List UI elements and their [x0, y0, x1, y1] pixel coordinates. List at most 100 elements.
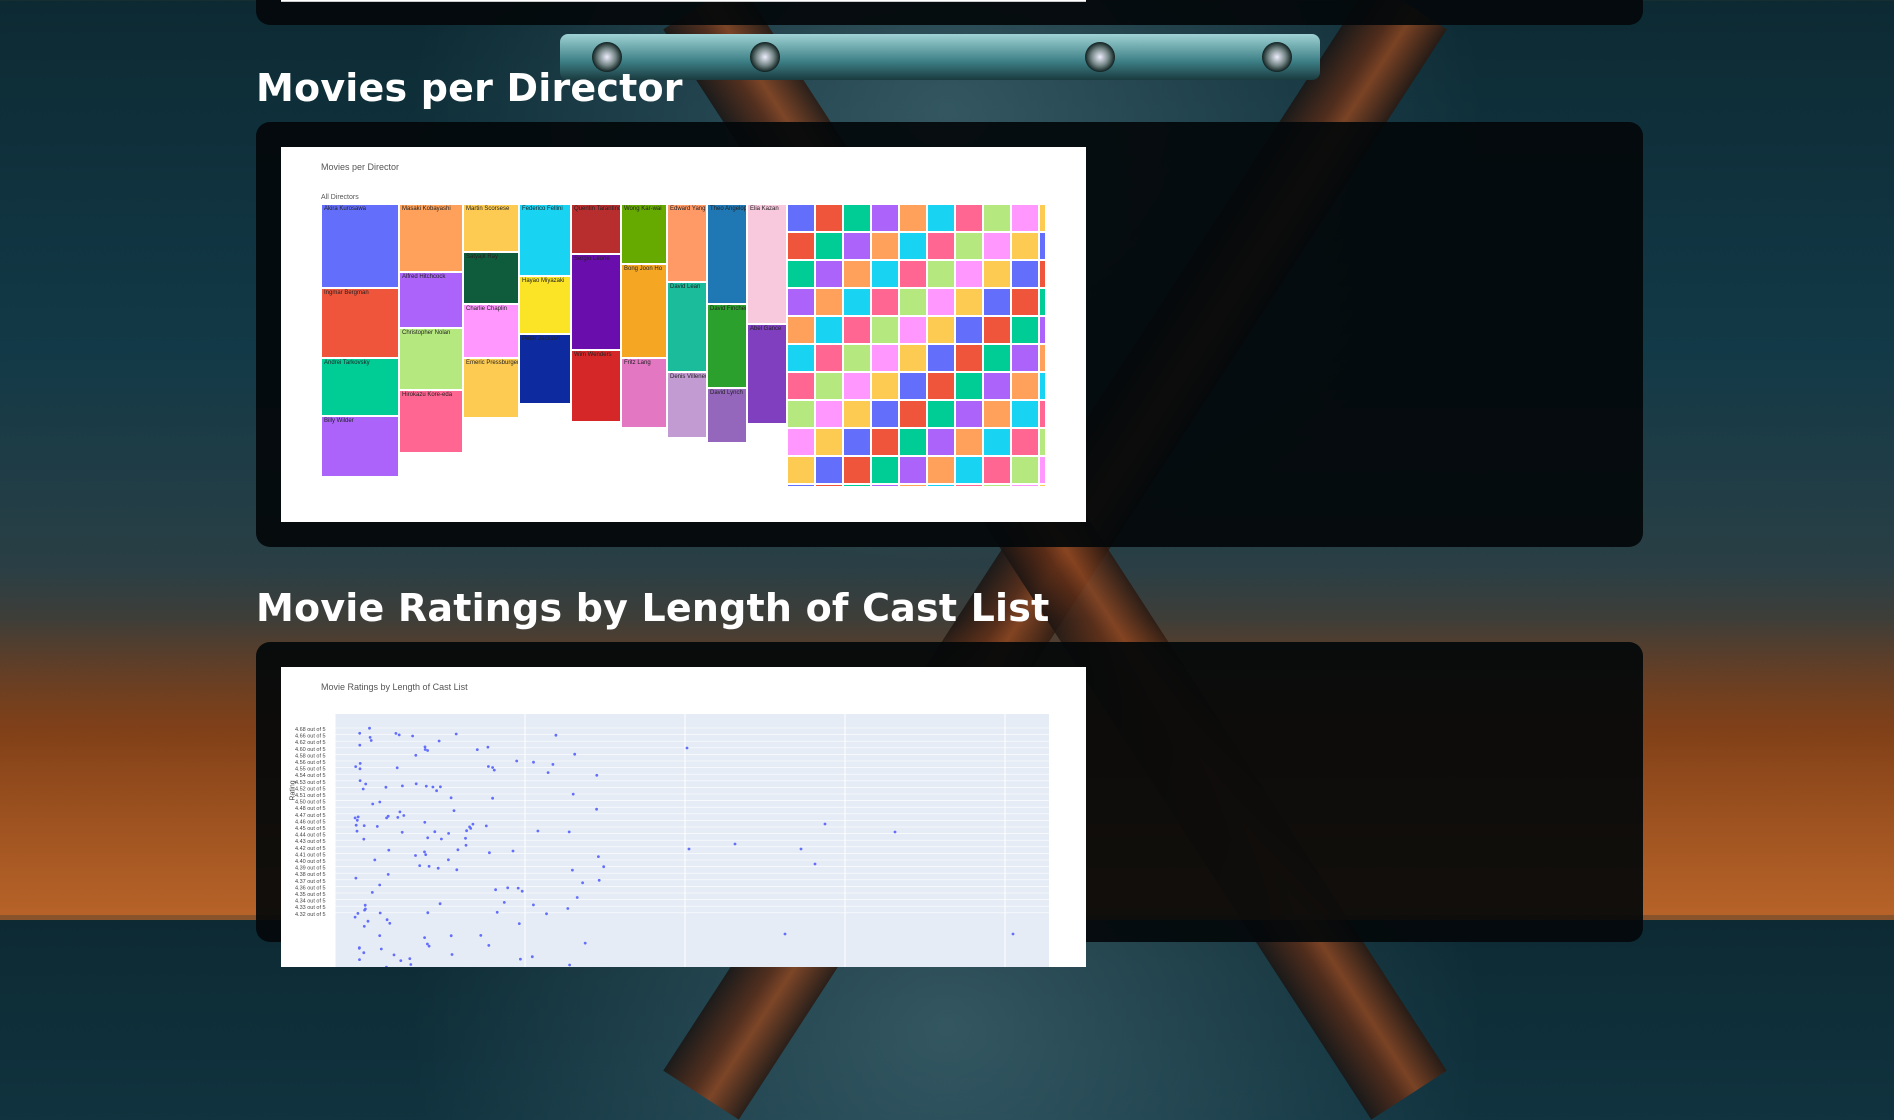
treemap-tile: Akira Kurosawa — [321, 204, 399, 288]
scatter-point — [488, 851, 491, 855]
treemap-tile — [927, 400, 955, 428]
treemap-tile: Denis Villeneuve — [667, 372, 707, 438]
treemap-tile — [787, 456, 815, 484]
scatter-y-tick: 4.48 out of 5 — [295, 806, 326, 812]
treemap-tile — [927, 484, 955, 487]
treemap-tile-label: Peter Jackson — [522, 336, 561, 342]
treemap-tile — [899, 204, 927, 232]
treemap-tile — [843, 260, 871, 288]
scatter-point — [356, 912, 360, 915]
treemap-tile: Emeric Pressburger — [463, 358, 519, 418]
scatter-point — [813, 862, 817, 866]
treemap-tile — [815, 204, 843, 232]
treemap-tile — [1039, 484, 1046, 487]
scatter-point — [575, 896, 579, 899]
treemap-tile — [787, 260, 815, 288]
treemap-tile-label: David Fincher — [710, 306, 747, 312]
treemap-tile — [983, 456, 1011, 484]
scatter-point — [368, 736, 372, 739]
treemap-tile: Charlie Chaplin — [463, 304, 519, 358]
treemap-tile — [899, 344, 927, 372]
scatter-point — [355, 829, 359, 833]
treemap-tile — [787, 372, 815, 400]
treemap-tile: David Fincher — [707, 304, 747, 388]
scatter-point — [426, 911, 430, 915]
scatter-point — [354, 876, 358, 880]
treemap-tile — [955, 232, 983, 260]
scatter-y-tick: 4.38 out of 5 — [295, 872, 326, 878]
treemap-tile: Andrei Tarkovsky — [321, 358, 399, 416]
scatter-point — [437, 739, 441, 743]
scatter-point — [426, 942, 429, 946]
scatter-point — [583, 941, 587, 945]
treemap-tile — [871, 316, 899, 344]
treemap-tile: Hirokazu Kore-eda — [399, 390, 463, 453]
treemap-tile-label: Ingmar Bergman — [324, 290, 369, 296]
scatter-y-tick: 4.37 out of 5 — [295, 879, 326, 885]
scatter-point — [423, 936, 426, 939]
scatter-point — [426, 749, 429, 752]
treemap-tile — [815, 456, 843, 484]
scatter-point — [423, 850, 426, 854]
treemap-tile-label: Billy Wilder — [324, 418, 354, 424]
treemap-tile-label: Emeric Pressburger — [466, 360, 519, 366]
scatter-point — [411, 734, 414, 738]
treemap-tile — [955, 316, 983, 344]
treemap-tile — [955, 400, 983, 428]
scatter-y-axis: 4.68 out of 54.66 out of 54.62 out of 54… — [295, 727, 326, 918]
treemap-tile — [983, 484, 1011, 487]
treemap-tile — [955, 484, 983, 487]
scatter-point — [378, 934, 382, 937]
scatter-y-tick: 4.60 out of 5 — [295, 747, 326, 753]
scatter-point — [397, 733, 401, 737]
treemap-tile — [983, 400, 1011, 428]
scatter-point — [355, 818, 359, 822]
scatter-y-tick: 4.41 out of 5 — [295, 852, 326, 858]
scatter-point — [893, 830, 897, 834]
treemap-tile: Federico Fellini — [519, 204, 571, 276]
scatter-point — [366, 919, 370, 923]
scatter-point — [414, 854, 417, 857]
treemap-tile — [899, 288, 927, 316]
treemap-title: Movies per Director — [321, 162, 400, 172]
scatter-y-tick: 4.62 out of 5 — [295, 740, 326, 746]
treemap-tile-label: Quentin Tarantino — [574, 206, 621, 212]
treemap-tile — [955, 204, 983, 232]
scatter-point — [516, 886, 520, 890]
treemap-tile — [871, 260, 899, 288]
treemap-tile — [983, 316, 1011, 344]
scatter-point — [364, 907, 367, 911]
treemap-tile — [871, 232, 899, 260]
scatter-point — [396, 816, 400, 819]
treemap-root-label: All Directors — [321, 194, 359, 201]
scatter-point — [354, 823, 358, 827]
scatter-point — [475, 748, 479, 751]
scatter-point — [447, 832, 450, 835]
treemap-tile-label: Denis Villeneuve — [670, 374, 706, 380]
treemap-tile — [1039, 316, 1046, 344]
scatter-point — [362, 924, 366, 928]
scatter-point — [371, 802, 375, 806]
section-heading-ratings: Movie Ratings by Length of Cast List — [256, 586, 1050, 630]
treemap-tile-label: Alfred Hitchcock — [402, 274, 446, 280]
treemap-tile — [983, 428, 1011, 456]
treemap-tile-label: Hayao Miyazaki — [522, 278, 565, 284]
treemap-tile — [955, 288, 983, 316]
scatter-y-tick: 4.35 out of 5 — [295, 892, 326, 898]
scatter-y-tick: 4.47 out of 5 — [295, 813, 326, 819]
treemap-tile — [927, 260, 955, 288]
treemap-tile-label: Masaki Kobayashi — [402, 206, 451, 212]
treemap-tile — [899, 400, 927, 428]
scatter-point — [385, 918, 389, 922]
treemap-tile-label: Edward Yang — [670, 206, 706, 212]
treemap-tile-label: Sergio Leone — [574, 256, 610, 262]
treemap-tile — [815, 288, 843, 316]
scatter-point — [439, 785, 442, 789]
treemap-tile-label: Andrei Tarkovsky — [324, 360, 370, 366]
treemap: Akira Kurosawa Ingmar Bergman Andrei Tarko… — [321, 204, 1046, 487]
treemap-tile — [843, 316, 871, 344]
treemap-tile — [871, 484, 899, 487]
directors-treemap-image: Movies per Director All Directors Akira … — [281, 147, 1086, 522]
treemap-tile-label: Elia Kazan — [750, 206, 779, 212]
treemap-tile — [1011, 372, 1039, 400]
